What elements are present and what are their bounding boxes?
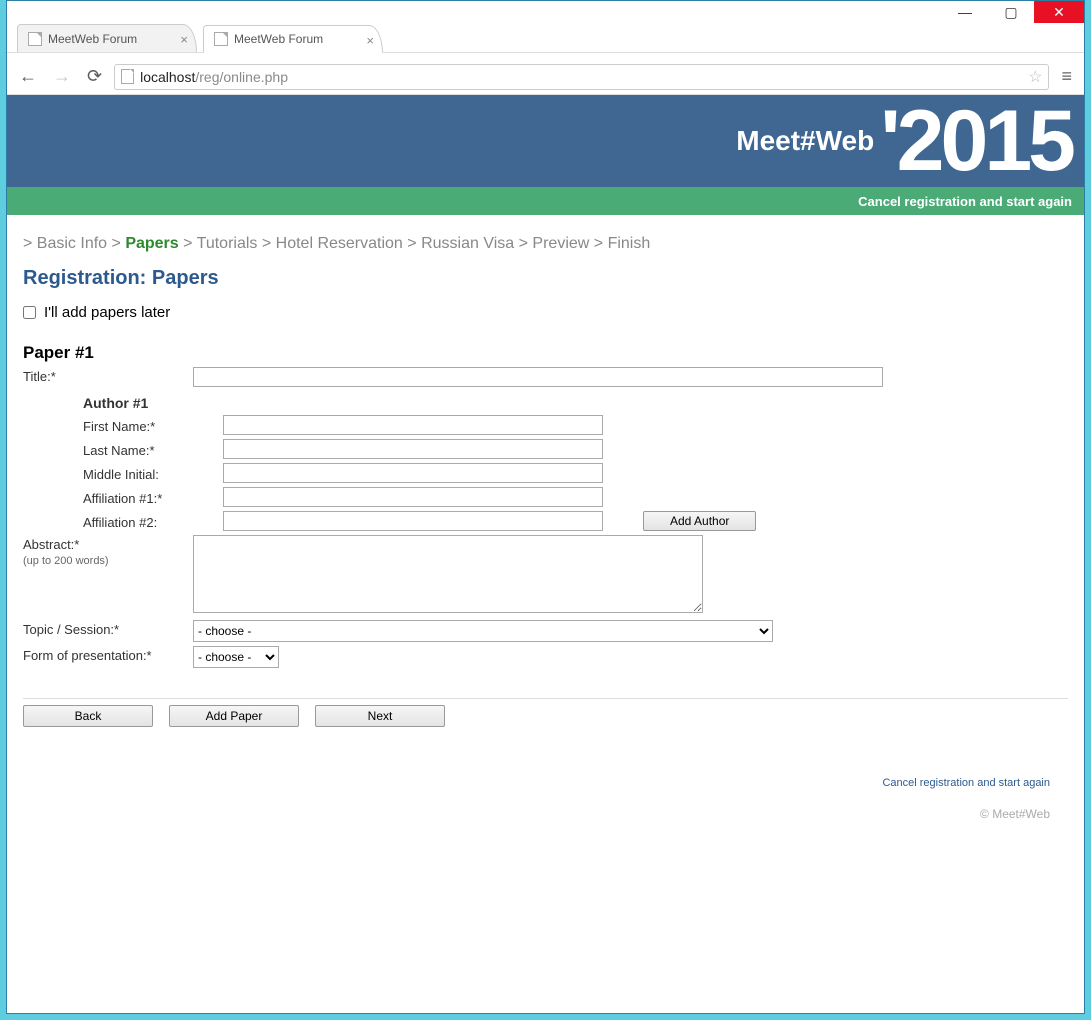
- paper-header: Paper #1: [23, 343, 1068, 363]
- add-paper-button[interactable]: Add Paper: [169, 705, 299, 727]
- breadcrumb-step[interactable]: Finish: [608, 235, 651, 252]
- page-icon: [214, 32, 228, 46]
- browser-window: — ▢ ✕ MeetWeb Forum × MeetWeb Forum × ← …: [6, 0, 1085, 1014]
- middle-initial-input[interactable]: [223, 463, 603, 483]
- window-close-button[interactable]: ✕: [1034, 1, 1084, 23]
- browser-tab-active[interactable]: MeetWeb Forum ×: [203, 25, 383, 53]
- title-input[interactable]: [193, 367, 883, 387]
- next-button[interactable]: Next: [315, 705, 445, 727]
- author-block: Author #1 First Name:* Last Name:* Middl…: [23, 391, 1068, 531]
- add-later-row: I'll add papers later: [23, 304, 1068, 321]
- tab-close-icon[interactable]: ×: [366, 33, 374, 48]
- window-maximize-button[interactable]: ▢: [988, 1, 1034, 23]
- breadcrumb: > Basic Info > Papers > Tutorials > Hote…: [23, 235, 1068, 253]
- site-icon: [121, 69, 134, 84]
- breadcrumb-step-current[interactable]: Papers: [125, 235, 178, 252]
- first-name-label: First Name:*: [83, 417, 223, 434]
- url-path: /reg/online.php: [195, 69, 288, 85]
- add-papers-later-label: I'll add papers later: [44, 304, 170, 321]
- address-bar[interactable]: localhost/reg/online.php ☆: [114, 64, 1049, 90]
- affiliation1-label: Affiliation #1:*: [83, 489, 223, 506]
- bookmark-star-icon[interactable]: ☆: [1028, 67, 1042, 87]
- page-icon: [28, 32, 42, 46]
- add-papers-later-checkbox[interactable]: [23, 306, 36, 319]
- affiliation2-input[interactable]: [223, 511, 603, 531]
- author-header: Author #1: [83, 395, 1068, 411]
- middle-initial-label: Middle Initial:: [83, 465, 223, 482]
- nav-back-icon[interactable]: ←: [15, 66, 41, 87]
- topic-label: Topic / Session:*: [23, 620, 193, 637]
- site-banner: Meet#Web '2015: [7, 95, 1084, 187]
- affiliation2-label: Affiliation #2:: [83, 513, 223, 530]
- action-bar: Cancel registration and start again: [7, 187, 1084, 215]
- breadcrumb-step[interactable]: Hotel Reservation: [276, 235, 403, 252]
- breadcrumb-step[interactable]: Tutorials: [197, 235, 258, 252]
- content-area: > Basic Info > Papers > Tutorials > Hote…: [7, 215, 1084, 871]
- banner-year: '2015: [880, 98, 1072, 184]
- abstract-label: Abstract:* (up to 200 words): [23, 535, 193, 567]
- fop-label: Form of presentation:*: [23, 646, 193, 663]
- tab-close-icon[interactable]: ×: [180, 32, 188, 47]
- abstract-textarea[interactable]: [193, 535, 703, 613]
- button-row: Back Add Paper Next: [23, 705, 1068, 727]
- topic-select[interactable]: - choose -: [193, 620, 773, 642]
- page-title: Registration: Papers: [23, 267, 1068, 290]
- browser-menu-icon[interactable]: ≡: [1057, 66, 1076, 87]
- first-name-input[interactable]: [223, 415, 603, 435]
- nav-forward-icon[interactable]: →: [49, 66, 75, 87]
- browser-toolbar: ← → ⟳ localhost/reg/online.php ☆ ≡: [7, 59, 1084, 95]
- page-viewport: Meet#Web '2015 Cancel registration and s…: [7, 95, 1084, 1013]
- tab-title: MeetWeb Forum: [48, 32, 137, 46]
- url-host: localhost: [140, 69, 195, 85]
- page-footer: Cancel registration and start again © Me…: [23, 727, 1068, 831]
- back-button[interactable]: Back: [23, 705, 153, 727]
- nav-reload-icon[interactable]: ⟳: [83, 66, 106, 87]
- browser-tab[interactable]: MeetWeb Forum ×: [17, 24, 197, 52]
- breadcrumb-step[interactable]: Russian Visa: [421, 235, 514, 252]
- add-author-button[interactable]: Add Author: [643, 511, 756, 531]
- form-of-presentation-select[interactable]: - choose -: [193, 646, 279, 668]
- paper-form: Title:* Author #1 First Name:* Last Name…: [23, 367, 1068, 668]
- divider: [23, 698, 1068, 699]
- window-minimize-button[interactable]: —: [942, 1, 988, 23]
- abstract-hint: (up to 200 words): [23, 555, 109, 567]
- tab-title: MeetWeb Forum: [234, 32, 323, 46]
- last-name-label: Last Name:*: [83, 441, 223, 458]
- affiliation1-input[interactable]: [223, 487, 603, 507]
- footer-cancel-link[interactable]: Cancel registration and start again: [882, 777, 1050, 789]
- copyright: © Meet#Web: [23, 807, 1050, 821]
- breadcrumb-step[interactable]: Basic Info: [37, 235, 107, 252]
- last-name-input[interactable]: [223, 439, 603, 459]
- banner-brand: Meet#Web: [736, 125, 874, 157]
- breadcrumb-step[interactable]: Preview: [532, 235, 589, 252]
- cancel-registration-link[interactable]: Cancel registration and start again: [858, 194, 1072, 209]
- title-label: Title:*: [23, 367, 193, 384]
- browser-tabstrip: MeetWeb Forum × MeetWeb Forum ×: [7, 23, 1084, 53]
